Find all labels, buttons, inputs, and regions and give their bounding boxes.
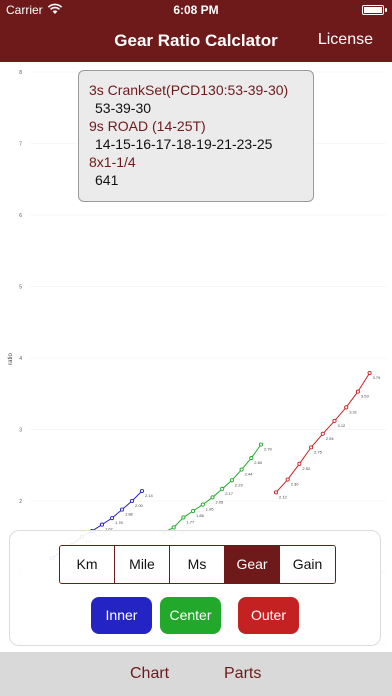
selected-parts-info: 3s CrankSet(PCD130:53-39-30) 53-39-30 9s… bbox=[78, 70, 314, 202]
data-label: 2.00 bbox=[135, 503, 144, 508]
data-point bbox=[99, 522, 105, 527]
segment-gear[interactable]: Gear bbox=[225, 546, 280, 583]
series-line bbox=[163, 444, 262, 533]
data-label: 2.60 bbox=[254, 460, 263, 465]
unit-segmented-control: Km Mile Ms Gear Gain bbox=[59, 545, 336, 584]
data-label: 2.44 bbox=[245, 472, 254, 477]
y-tick-label: 7 bbox=[19, 142, 22, 148]
data-label: 3.79 bbox=[373, 375, 382, 380]
data-point bbox=[139, 488, 145, 494]
y-tick-label: 3 bbox=[19, 428, 22, 434]
y-tick-label: 4 bbox=[19, 356, 22, 362]
data-label: 1.77 bbox=[186, 519, 195, 524]
y-tick-label: 6 bbox=[19, 213, 22, 219]
data-label: 2.05 bbox=[216, 499, 225, 504]
data-point bbox=[191, 508, 196, 514]
data-point bbox=[273, 490, 279, 495]
series-group: 1.561.631.771.861.952.052.172.292.442.60… bbox=[161, 442, 273, 539]
crankset-teeth: 53-39-30 bbox=[95, 100, 152, 116]
segment-km[interactable]: Km bbox=[60, 546, 115, 583]
data-label: 2.12 bbox=[279, 494, 288, 499]
crankset-name: 3s CrankSet(PCD130:53-39-30) bbox=[89, 82, 289, 98]
data-point bbox=[355, 389, 360, 394]
data-label: 2.75 bbox=[314, 449, 323, 454]
tab-bar: Chart Parts bbox=[0, 652, 392, 696]
segment-gain[interactable]: Gain bbox=[280, 546, 335, 583]
battery-icon bbox=[362, 5, 387, 15]
license-button[interactable]: License bbox=[318, 31, 373, 49]
data-point bbox=[249, 456, 254, 461]
data-label: 2.17 bbox=[225, 491, 234, 496]
data-point bbox=[332, 418, 337, 423]
y-tick-label: 8 bbox=[19, 70, 22, 76]
data-label: 2.30 bbox=[291, 482, 300, 487]
y-tick-label: 5 bbox=[19, 285, 22, 291]
data-point bbox=[229, 478, 234, 483]
data-point bbox=[297, 461, 302, 466]
data-point bbox=[285, 477, 290, 482]
series-group: 2.12 2.30 2.52 2.75 2.94 3.12 3.31 3.53 3.79 bbox=[273, 370, 382, 499]
segment-mile[interactable]: Mile bbox=[115, 546, 170, 583]
data-point bbox=[367, 370, 372, 376]
data-point bbox=[239, 467, 244, 472]
outer-button[interactable]: Outer bbox=[238, 597, 299, 634]
inner-button[interactable]: Inner bbox=[91, 597, 152, 634]
data-point bbox=[181, 515, 186, 520]
tab-chart[interactable]: Chart bbox=[130, 665, 169, 683]
data-point bbox=[129, 498, 135, 504]
data-point bbox=[258, 442, 264, 447]
control-panel: Km Mile Ms Gear Gain Inner Center Outer bbox=[9, 530, 381, 646]
center-button[interactable]: Center bbox=[160, 597, 221, 634]
data-label: 3.31 bbox=[349, 409, 358, 414]
status-bar: Carrier 6:08 PM bbox=[0, 0, 392, 20]
data-point bbox=[210, 495, 215, 500]
data-point bbox=[320, 431, 325, 436]
data-label: 2.79 bbox=[264, 447, 273, 452]
cassette-name: 9s ROAD (14-25T) bbox=[89, 118, 206, 134]
data-label: 2.94 bbox=[326, 436, 335, 441]
y-tick-label: 2 bbox=[19, 499, 22, 505]
data-point bbox=[309, 445, 314, 450]
data-point bbox=[119, 507, 125, 512]
chain-name: 8x1-1/4 bbox=[89, 154, 136, 170]
segment-ms[interactable]: Ms bbox=[170, 546, 225, 583]
nav-bar: Gear Ratio Calclator License bbox=[0, 20, 392, 62]
data-label: 3.12 bbox=[338, 423, 347, 428]
data-point bbox=[200, 502, 205, 507]
data-label: 1.86 bbox=[196, 513, 205, 518]
chain-value: 641 bbox=[95, 172, 119, 188]
data-label: 1.76 bbox=[115, 520, 124, 525]
cassette-teeth: 14-15-16-17-18-19-21-23-25 bbox=[95, 136, 273, 152]
data-label: 1.95 bbox=[206, 507, 215, 512]
tab-parts[interactable]: Parts bbox=[224, 665, 261, 683]
data-label: 2.14 bbox=[145, 493, 154, 498]
y-axis-label: ratio bbox=[8, 353, 14, 365]
data-point bbox=[171, 525, 176, 530]
data-label: 2.52 bbox=[302, 466, 311, 471]
data-label: 3.53 bbox=[361, 394, 370, 399]
status-time: 6:08 PM bbox=[173, 3, 219, 17]
data-point bbox=[109, 516, 115, 521]
data-label: 2.29 bbox=[235, 482, 244, 487]
data-point bbox=[220, 486, 225, 491]
data-label: 1.88 bbox=[125, 512, 134, 517]
data-point bbox=[344, 405, 349, 410]
